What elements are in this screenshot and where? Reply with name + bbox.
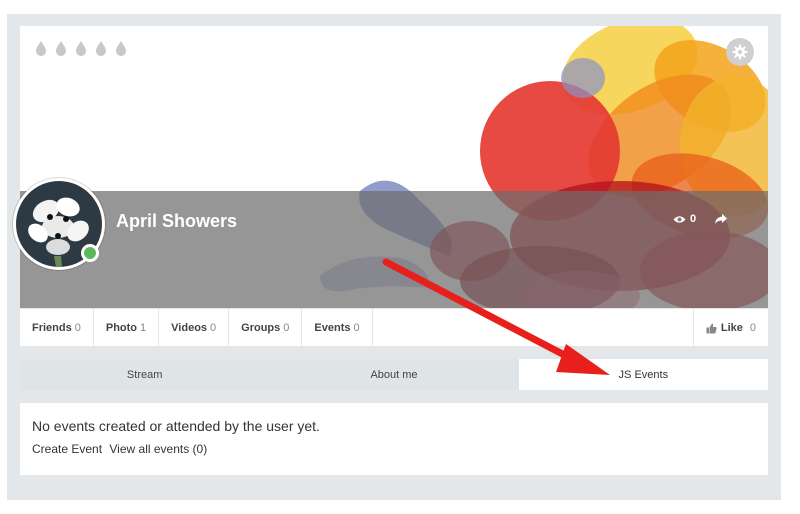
stat-photo[interactable]: Photo 1 bbox=[94, 309, 160, 347]
stat-count: 0 bbox=[210, 322, 217, 334]
water-drop-icon bbox=[116, 41, 126, 56]
stat-label: Photo bbox=[105, 322, 138, 334]
stat-groups[interactable]: Groups 0 bbox=[229, 309, 303, 347]
stat-videos[interactable]: Videos 0 bbox=[159, 309, 230, 347]
like-button[interactable]: Like 0 bbox=[692, 309, 768, 347]
view-all-events-link[interactable]: View all events (0) bbox=[109, 442, 207, 456]
profile-cover bbox=[20, 26, 768, 308]
stat-label: Friends bbox=[32, 322, 72, 334]
water-drop-icon bbox=[56, 41, 66, 56]
drops-row bbox=[34, 40, 128, 56]
tab-stream[interactable]: Stream bbox=[20, 359, 270, 390]
profile-tabs: Stream About me JS Events bbox=[20, 359, 768, 390]
water-drop-icon bbox=[76, 41, 86, 56]
stat-label: Events bbox=[314, 322, 351, 334]
gear-icon bbox=[732, 44, 748, 60]
thumbs-up-icon bbox=[706, 323, 717, 333]
profile-name[interactable]: April Showers bbox=[116, 211, 237, 232]
events-links: Create Event View all events (0) bbox=[32, 442, 756, 456]
like-label: Like bbox=[720, 322, 743, 334]
views-count: 0 bbox=[690, 213, 697, 225]
tab-js-events[interactable]: JS Events bbox=[518, 359, 768, 390]
stat-count: 0 bbox=[283, 322, 290, 334]
eye-icon bbox=[673, 215, 686, 223]
like-count: 0 bbox=[749, 322, 756, 334]
events-panel: No events created or attended by the use… bbox=[20, 403, 768, 475]
cover-settings-button[interactable] bbox=[726, 38, 754, 66]
stat-friends[interactable]: Friends 0 bbox=[20, 309, 94, 347]
tab-about-me[interactable]: About me bbox=[269, 359, 519, 390]
share-icon[interactable] bbox=[714, 212, 728, 226]
profile-info-band bbox=[20, 191, 768, 308]
profile-stats-bar: Friends 0 Photo 1 Videos 0 Groups 0 Even… bbox=[20, 308, 768, 347]
water-drop-icon bbox=[36, 41, 46, 56]
events-empty-message: No events created or attended by the use… bbox=[32, 418, 320, 434]
profile-views: 0 bbox=[673, 213, 696, 225]
water-drop-icon bbox=[96, 41, 106, 56]
stat-label: Groups bbox=[241, 322, 281, 334]
stat-label: Videos bbox=[171, 322, 208, 334]
create-event-link[interactable]: Create Event bbox=[32, 442, 102, 456]
stat-count: 0 bbox=[353, 322, 360, 334]
stat-count: 1 bbox=[140, 322, 147, 334]
stat-events[interactable]: Events 0 bbox=[302, 309, 373, 347]
stat-count: 0 bbox=[74, 322, 81, 334]
online-status-indicator bbox=[81, 244, 99, 262]
